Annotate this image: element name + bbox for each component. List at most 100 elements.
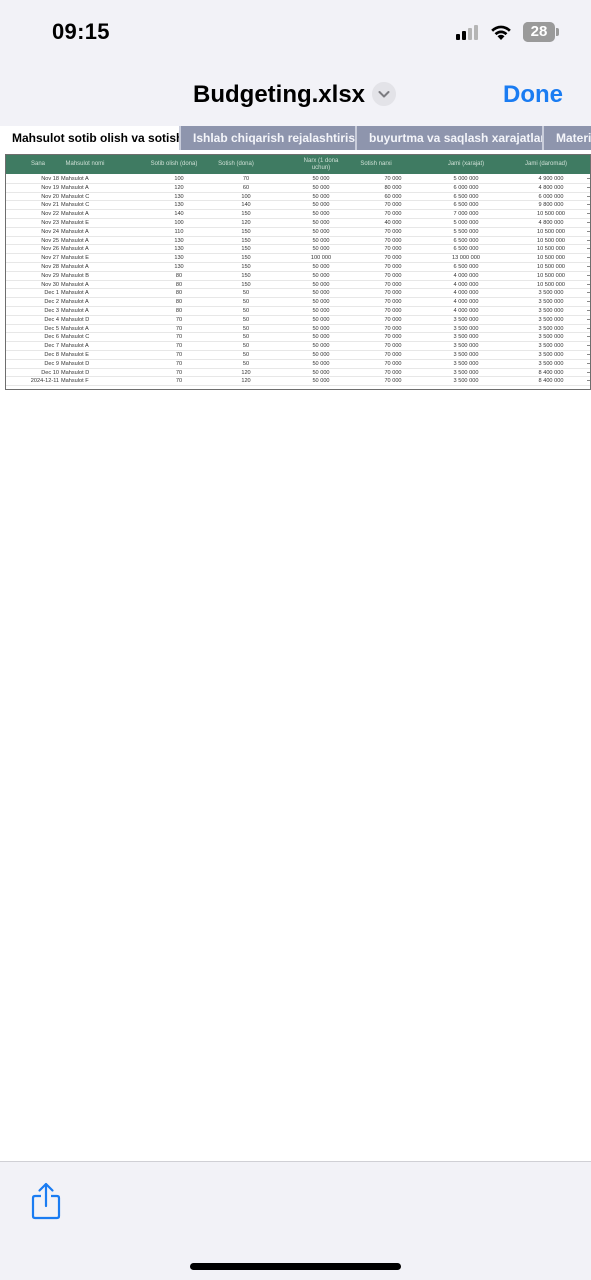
- cell-total-cost[interactable]: 13 000 000: [436, 254, 496, 263]
- table-row[interactable]: Dec 6 Mahsulot C 70 50 50 000 70 000 3 500 000…: [6, 333, 590, 343]
- cell-sale-price[interactable]: 70 000: [368, 333, 418, 342]
- cell-total-cost[interactable]: 3 500 000: [436, 342, 496, 351]
- cell-total-cost[interactable]: 3 500 000: [436, 360, 496, 369]
- cell-date[interactable]: Nov 30: [10, 281, 59, 290]
- table-row[interactable]: Nov 29 Mahsulot B 80 150 50 000 70 000 4 000 0…: [6, 272, 590, 281]
- cell-total-revenue[interactable]: 3 500 000: [521, 333, 581, 342]
- cell-price[interactable]: 50 000: [296, 342, 346, 351]
- cell-total-revenue[interactable]: 8 400 000: [521, 369, 581, 378]
- cell-date[interactable]: Nov 20: [10, 193, 59, 202]
- cell-total-revenue[interactable]: 10 500 000: [521, 210, 581, 219]
- cell-date[interactable]: Dec 3: [10, 307, 59, 316]
- cell-sale-price[interactable]: 70 000: [368, 325, 418, 334]
- cell-date[interactable]: Nov 19: [10, 184, 59, 193]
- cell-total-cost[interactable]: 4 000 000: [436, 307, 496, 316]
- cell-price[interactable]: 100 000: [296, 254, 346, 263]
- table-row[interactable]: Nov 22 Mahsulot A 140 150 50 000 70 000 7 000 …: [6, 210, 590, 219]
- cell-bought[interactable]: 70: [156, 316, 202, 325]
- cell-date[interactable]: Nov 21: [10, 201, 59, 210]
- cell-date[interactable]: Dec 10: [10, 369, 59, 378]
- cell-bought[interactable]: 130: [156, 193, 202, 202]
- cell-total-revenue[interactable]: 3 500 000: [521, 351, 581, 360]
- cell-product[interactable]: Mahsulot C: [61, 193, 121, 202]
- cell-product[interactable]: Mahsulot A: [61, 325, 121, 334]
- cell-date[interactable]: Nov 18: [10, 175, 59, 184]
- cell-price[interactable]: 50 000: [296, 201, 346, 210]
- cell-sale-price[interactable]: 60 000: [368, 193, 418, 202]
- cell-total-revenue[interactable]: 3 500 000: [521, 316, 581, 325]
- cell-sale-price[interactable]: 70 000: [368, 272, 418, 281]
- cell-date[interactable]: Nov 29: [10, 272, 59, 281]
- cell-price[interactable]: 50 000: [296, 184, 346, 193]
- cell-sale-price[interactable]: 70 000: [368, 210, 418, 219]
- cell-price[interactable]: 50 000: [296, 193, 346, 202]
- cell-total-cost[interactable]: 4 000 000: [436, 298, 496, 307]
- cell-sold[interactable]: 150: [222, 210, 270, 219]
- cell-total-cost[interactable]: 7 000 000: [436, 210, 496, 219]
- cell-sold[interactable]: 150: [222, 245, 270, 254]
- cell-date[interactable]: Nov 23: [10, 219, 59, 228]
- cell-sale-price[interactable]: 70 000: [368, 360, 418, 369]
- cell-price[interactable]: 50 000: [296, 175, 346, 184]
- cell-product[interactable]: Mahsulot F: [61, 377, 121, 386]
- cell-sold[interactable]: 120: [222, 369, 270, 378]
- cell-total-revenue[interactable]: 3 500 000: [521, 342, 581, 351]
- cell-date[interactable]: Dec 4: [10, 316, 59, 325]
- cell-sale-price[interactable]: 70 000: [368, 175, 418, 184]
- cell-sale-price[interactable]: 70 000: [368, 281, 418, 290]
- cell-sale-price[interactable]: 70 000: [368, 237, 418, 246]
- table-row[interactable]: Dec 4 Mahsulot D 70 50 50 000 70 000 3 500 000…: [6, 316, 590, 325]
- cell-bought[interactable]: 120: [156, 184, 202, 193]
- cell-price[interactable]: 50 000: [296, 289, 346, 298]
- cell-sold[interactable]: 50: [222, 289, 270, 298]
- cell-total-revenue[interactable]: 3 500 000: [521, 325, 581, 334]
- cell-total-cost[interactable]: 5 000 000: [436, 175, 496, 184]
- share-icon[interactable]: [31, 1182, 61, 1220]
- cell-bought[interactable]: 70: [156, 351, 202, 360]
- cell-price[interactable]: 50 000: [296, 307, 346, 316]
- cell-total-revenue[interactable]: 10 500 000: [521, 245, 581, 254]
- cell-sale-price[interactable]: 40 000: [368, 219, 418, 228]
- cell-total-revenue[interactable]: 3 500 000: [521, 298, 581, 307]
- cell-date[interactable]: Dec 9: [10, 360, 59, 369]
- table-row[interactable]: Dec 2 Mahsulot A 80 50 50 000 70 000 4 000 000…: [6, 298, 590, 307]
- cell-bought[interactable]: 80: [156, 289, 202, 298]
- cell-sale-price[interactable]: 70 000: [368, 377, 418, 386]
- cell-total-cost[interactable]: 4 000 000: [436, 272, 496, 281]
- cell-product[interactable]: Mahsulot A: [61, 175, 121, 184]
- cell-product[interactable]: Mahsulot A: [61, 237, 121, 246]
- table-row[interactable]: Dec 1 Mahsulot A 80 50 50 000 70 000 4 000 000…: [6, 289, 590, 299]
- cell-bought[interactable]: 80: [156, 298, 202, 307]
- cell-total-cost[interactable]: 6 500 000: [436, 201, 496, 210]
- cell-bought[interactable]: 70: [156, 342, 202, 351]
- cell-price[interactable]: 50 000: [296, 377, 346, 386]
- cell-date[interactable]: Nov 22: [10, 210, 59, 219]
- table-row[interactable]: Dec 3 Mahsulot A 80 50 50 000 70 000 4 000 000…: [6, 307, 590, 316]
- cell-sold[interactable]: 140: [222, 201, 270, 210]
- cell-bought[interactable]: 130: [156, 263, 202, 272]
- cell-date[interactable]: Nov 26: [10, 245, 59, 254]
- cell-product[interactable]: Mahsulot E: [61, 254, 121, 263]
- tab-ishlab-chiqarish[interactable]: Ishlab chiqarish rejalashtirish: [179, 126, 362, 150]
- cell-total-revenue[interactable]: 10 500 000: [521, 281, 581, 290]
- cell-sale-price[interactable]: 70 000: [368, 342, 418, 351]
- cell-total-revenue[interactable]: 4 900 000: [521, 175, 581, 184]
- cell-bought[interactable]: 70: [156, 360, 202, 369]
- cell-sale-price[interactable]: 70 000: [368, 307, 418, 316]
- cell-price[interactable]: 50 000: [296, 351, 346, 360]
- cell-product[interactable]: Mahsulot B: [61, 272, 121, 281]
- cell-date[interactable]: Dec 8: [10, 351, 59, 360]
- cell-total-revenue[interactable]: 9 800 000: [521, 201, 581, 210]
- cell-total-revenue[interactable]: 10 500 000: [521, 237, 581, 246]
- cell-sold[interactable]: 50: [222, 360, 270, 369]
- cell-product[interactable]: Mahsulot A: [61, 228, 121, 237]
- cell-date[interactable]: Nov 25: [10, 237, 59, 246]
- cell-sold[interactable]: 50: [222, 298, 270, 307]
- cell-product[interactable]: Mahsulot C: [61, 201, 121, 210]
- cell-sale-price[interactable]: 70 000: [368, 254, 418, 263]
- cell-date[interactable]: Nov 27: [10, 254, 59, 263]
- cell-product[interactable]: Mahsulot A: [61, 263, 121, 272]
- cell-price[interactable]: 50 000: [296, 298, 346, 307]
- cell-price[interactable]: 50 000: [296, 369, 346, 378]
- cell-date[interactable]: Dec 2: [10, 298, 59, 307]
